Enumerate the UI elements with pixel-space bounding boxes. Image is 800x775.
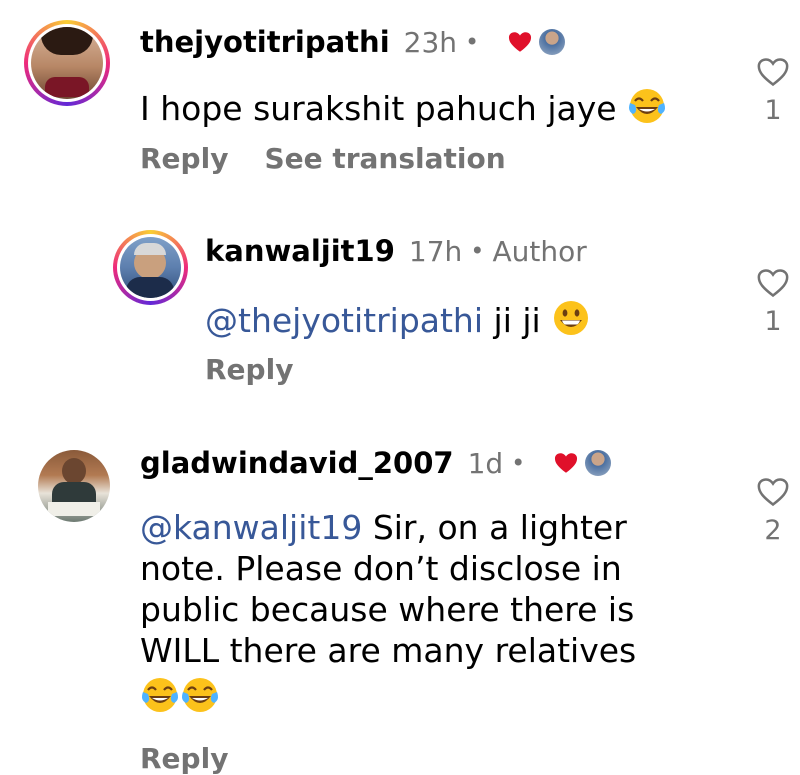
mention-link[interactable]: @kanwaljit19 bbox=[140, 508, 362, 547]
emoji-line bbox=[140, 675, 740, 718]
comment-line: @kanwaljit19 Sir, on a lighter bbox=[140, 507, 740, 548]
like-count: 1 bbox=[764, 95, 782, 126]
like-column: 2 bbox=[743, 477, 800, 546]
like-column: 1 bbox=[743, 57, 800, 126]
username[interactable]: kanwaljit19 bbox=[205, 234, 395, 268]
avatar[interactable] bbox=[24, 20, 110, 106]
like-count: 1 bbox=[764, 306, 782, 337]
comment-item: thejyotitripathi 23h • I hope surakshit … bbox=[0, 0, 800, 200]
comment-item: gladwindavid_2007 1d • @kanwaljit19 Sir,… bbox=[0, 430, 800, 775]
reply-button[interactable]: Reply bbox=[205, 353, 293, 386]
comment-line: public because where there is bbox=[140, 590, 635, 629]
like-count: 2 bbox=[764, 515, 782, 546]
comment-actions: Reply bbox=[140, 742, 264, 775]
separator-dot: • bbox=[470, 237, 485, 265]
reply-item: kanwaljit19 17h • Author @thejyotitripat… bbox=[0, 220, 800, 420]
avatar[interactable] bbox=[113, 230, 188, 305]
comment-line: WILL there are many relatives bbox=[140, 631, 637, 670]
reply-button[interactable]: Reply bbox=[140, 742, 228, 775]
username[interactable]: gladwindavid_2007 bbox=[140, 446, 454, 480]
timestamp: 1d bbox=[467, 446, 504, 480]
username[interactable]: thejyotitripathi bbox=[140, 25, 390, 59]
timestamp: 17h bbox=[408, 234, 463, 268]
avatar[interactable] bbox=[38, 450, 110, 522]
face-with-tears-of-joy-icon bbox=[627, 86, 667, 126]
creator-liked-heart-icon bbox=[553, 451, 579, 475]
comment-body: I hope surakshit pahuch jaye bbox=[140, 89, 617, 128]
face-with-tears-of-joy-icon bbox=[180, 675, 220, 715]
see-translation-button[interactable]: See translation bbox=[264, 142, 505, 175]
creator-avatar bbox=[539, 29, 566, 55]
comment-actions: Reply bbox=[205, 353, 329, 386]
timestamp: 23h bbox=[403, 25, 458, 59]
heart-outline-icon[interactable] bbox=[756, 57, 790, 87]
mention-link[interactable]: @thejyotitripathi bbox=[205, 301, 483, 340]
author-badge: Author bbox=[492, 234, 587, 268]
comment-body: Sir, on a lighter bbox=[362, 508, 627, 547]
comment-line: note. Please don’t disclose in bbox=[140, 549, 622, 588]
reply-button[interactable]: Reply bbox=[140, 142, 228, 175]
separator-dot: • bbox=[465, 28, 480, 56]
like-column: 1 bbox=[743, 268, 800, 337]
comment-meta: thejyotitripathi 23h • bbox=[140, 25, 566, 59]
comment-meta: kanwaljit19 17h • Author bbox=[205, 234, 587, 268]
comment-text: @thejyotitripathi ji ji bbox=[205, 298, 591, 341]
grinning-face-icon bbox=[551, 298, 591, 338]
face-with-tears-of-joy-icon bbox=[140, 675, 180, 715]
comment-body: ji ji bbox=[483, 301, 541, 340]
heart-outline-icon[interactable] bbox=[756, 268, 790, 298]
comment-text: I hope surakshit pahuch jaye bbox=[140, 86, 667, 129]
heart-outline-icon[interactable] bbox=[756, 477, 790, 507]
comment-text: @kanwaljit19 Sir, on a lighter note. Ple… bbox=[140, 507, 740, 718]
separator-dot: • bbox=[511, 449, 526, 477]
creator-liked-heart-icon bbox=[507, 30, 533, 54]
comment-actions: Reply See translation bbox=[140, 142, 542, 175]
comment-meta: gladwindavid_2007 1d • bbox=[140, 446, 612, 480]
creator-avatar bbox=[585, 450, 612, 476]
